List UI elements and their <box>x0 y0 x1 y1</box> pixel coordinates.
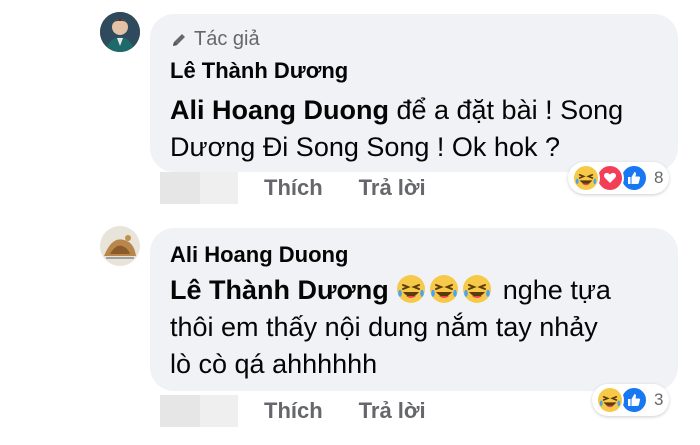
comment-text-line: để a đặt bài ! Song <box>388 95 624 125</box>
laughing-tears-icon <box>462 274 493 304</box>
author-badge: Tác giả <box>170 28 260 51</box>
haha-icon <box>572 164 600 192</box>
mention-link[interactable]: Ali Hoang Duong <box>170 95 389 125</box>
reply-button[interactable]: Trả lời <box>359 175 426 201</box>
comment-text-line: Dương Đi Song Song ! Ok hok ? <box>170 132 560 162</box>
reply-button[interactable]: Trả lời <box>359 398 426 424</box>
reaction-summary[interactable]: 3 <box>592 384 670 416</box>
avatar[interactable] <box>100 226 140 266</box>
like-button[interactable]: Thích <box>264 175 323 201</box>
like-icon <box>620 386 648 414</box>
mention-link[interactable]: Lê Thành Dương <box>170 275 389 305</box>
comment-actions: Thích Trả lời <box>160 395 426 427</box>
comment-bubble: Tác giả Lê Thành Dương Ali Hoang Duong đ… <box>150 14 678 172</box>
avatar[interactable] <box>100 12 140 52</box>
timestamp-blurred <box>160 395 238 427</box>
like-icon <box>620 164 648 192</box>
comment-text: Ali Hoang Duong để a đặt bài ! Song Dươn… <box>170 92 623 166</box>
comment-text: Lê Thành Dương nghe tựa thôi em thấy nội… <box>170 272 611 383</box>
like-button[interactable]: Thích <box>264 398 323 424</box>
reaction-count: 8 <box>654 168 664 187</box>
comment-text-line: lò cò qá ahhhhhh <box>170 349 378 379</box>
comment-author[interactable]: Lê Thành Dương <box>170 58 348 84</box>
comment-text-line: thôi em thấy nội dung nắm tay nhảy <box>170 312 598 342</box>
comment-author[interactable]: Ali Hoang Duong <box>170 242 348 268</box>
author-badge-label: Tác giả <box>194 28 260 50</box>
reaction-count: 3 <box>654 390 664 409</box>
love-icon <box>596 164 624 192</box>
laughing-tears-icon <box>429 274 460 304</box>
comment-actions: Thích Trả lời <box>160 172 426 204</box>
timestamp-blurred <box>160 172 238 204</box>
comment-text-line: nghe tựa <box>495 275 611 305</box>
laughing-tears-icon <box>396 274 427 304</box>
avatar-photo-icon <box>100 12 140 52</box>
pencil-icon <box>173 33 185 46</box>
avatar-photo-icon <box>100 226 140 266</box>
haha-icon <box>596 386 624 414</box>
reaction-summary[interactable]: 8 <box>568 162 670 194</box>
comment-bubble: Ali Hoang Duong Lê Thành Dương nghe tựa … <box>150 228 678 391</box>
